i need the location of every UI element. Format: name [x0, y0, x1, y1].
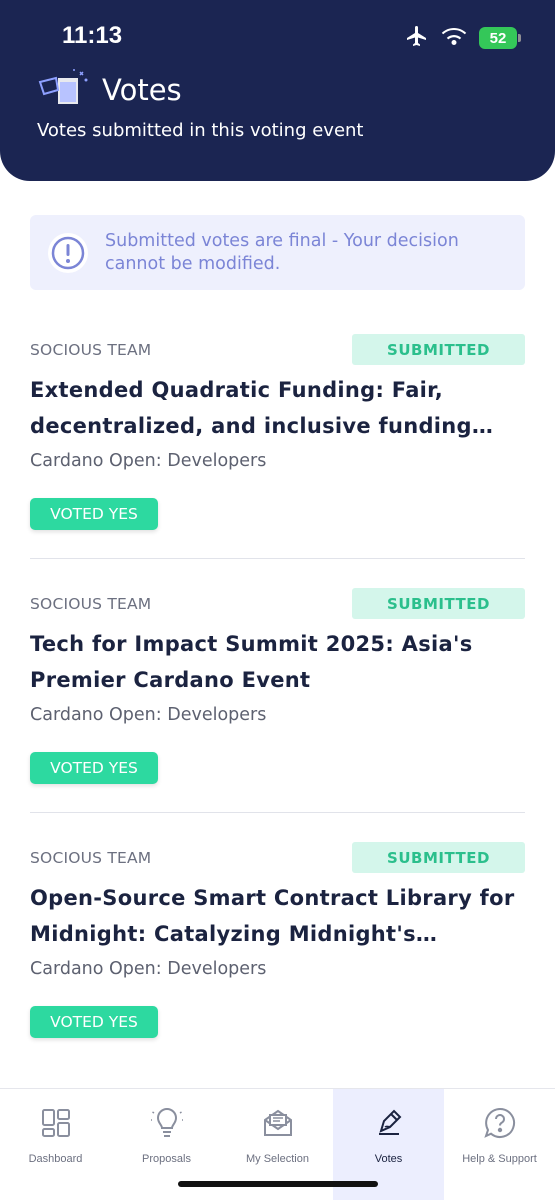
status-badge: SUBMITTED [352, 334, 525, 365]
category-label: Cardano Open: Developers [30, 451, 267, 471]
proposal-title[interactable]: Extended Quadratic Funding: Fair, decent… [30, 372, 525, 444]
nav-label: Help & Support [462, 1153, 537, 1165]
vote-card[interactable]: SOCIOUS TEAM SUBMITTED Open-Source Smart… [30, 842, 525, 1042]
team-name: SOCIOUS TEAM [30, 341, 152, 359]
nav-label: Votes [374, 1153, 403, 1165]
ballot-box-icon [36, 68, 88, 112]
info-banner: Submitted votes are final - Your decisio… [30, 215, 525, 290]
nav-item-dashboard[interactable]: Dashboard [0, 1089, 111, 1200]
nav-label: Dashboard [28, 1153, 83, 1165]
title-row: Votes [36, 68, 182, 112]
status-badge: SUBMITTED [352, 588, 525, 619]
status-bar: 11:13 52 [0, 0, 555, 72]
dashboard-icon [40, 1107, 72, 1139]
vote-badge: VOTED YES [30, 498, 158, 530]
header: 11:13 52 Votes Votes submitted in this v… [0, 0, 555, 181]
vote-badge: VOTED YES [30, 752, 158, 784]
proposal-title[interactable]: Tech for Impact Summit 2025: Asia's Prem… [30, 626, 525, 698]
category-label: Cardano Open: Developers [30, 959, 267, 979]
page-subtitle: Votes submitted in this voting event [37, 120, 364, 141]
proposal-title[interactable]: Open-Source Smart Contract Library for M… [30, 880, 525, 952]
info-text: Submitted votes are final - Your decisio… [105, 230, 459, 274]
vote-card[interactable]: SOCIOUS TEAM SUBMITTED Extended Quadrati… [30, 334, 525, 534]
home-indicator [178, 1181, 378, 1187]
battery-icon: 52 [479, 27, 521, 49]
vote-badge: VOTED YES [30, 1006, 158, 1038]
envelope-icon [262, 1107, 294, 1139]
nav-label: My Selection [246, 1153, 309, 1165]
divider [30, 558, 525, 559]
exclamation-circle-icon [48, 232, 88, 273]
team-name: SOCIOUS TEAM [30, 849, 152, 867]
battery-level: 52 [489, 29, 507, 47]
help-chat-icon [483, 1107, 516, 1139]
vote-card[interactable]: SOCIOUS TEAM SUBMITTED Tech for Impact S… [30, 588, 525, 788]
category-label: Cardano Open: Developers [30, 705, 267, 725]
status-icons: 52 [405, 24, 521, 52]
nav-item-help-support[interactable]: Help & Support [444, 1089, 555, 1200]
page-title: Votes [102, 73, 182, 107]
vote-pen-icon [373, 1107, 405, 1139]
status-time: 11:13 [62, 22, 123, 49]
lightbulb-icon [150, 1107, 183, 1139]
nav-label: Proposals [142, 1153, 191, 1165]
wifi-icon [441, 26, 467, 50]
divider [30, 812, 525, 813]
team-name: SOCIOUS TEAM [30, 595, 152, 613]
airplane-icon [405, 24, 429, 52]
status-badge: SUBMITTED [352, 842, 525, 873]
